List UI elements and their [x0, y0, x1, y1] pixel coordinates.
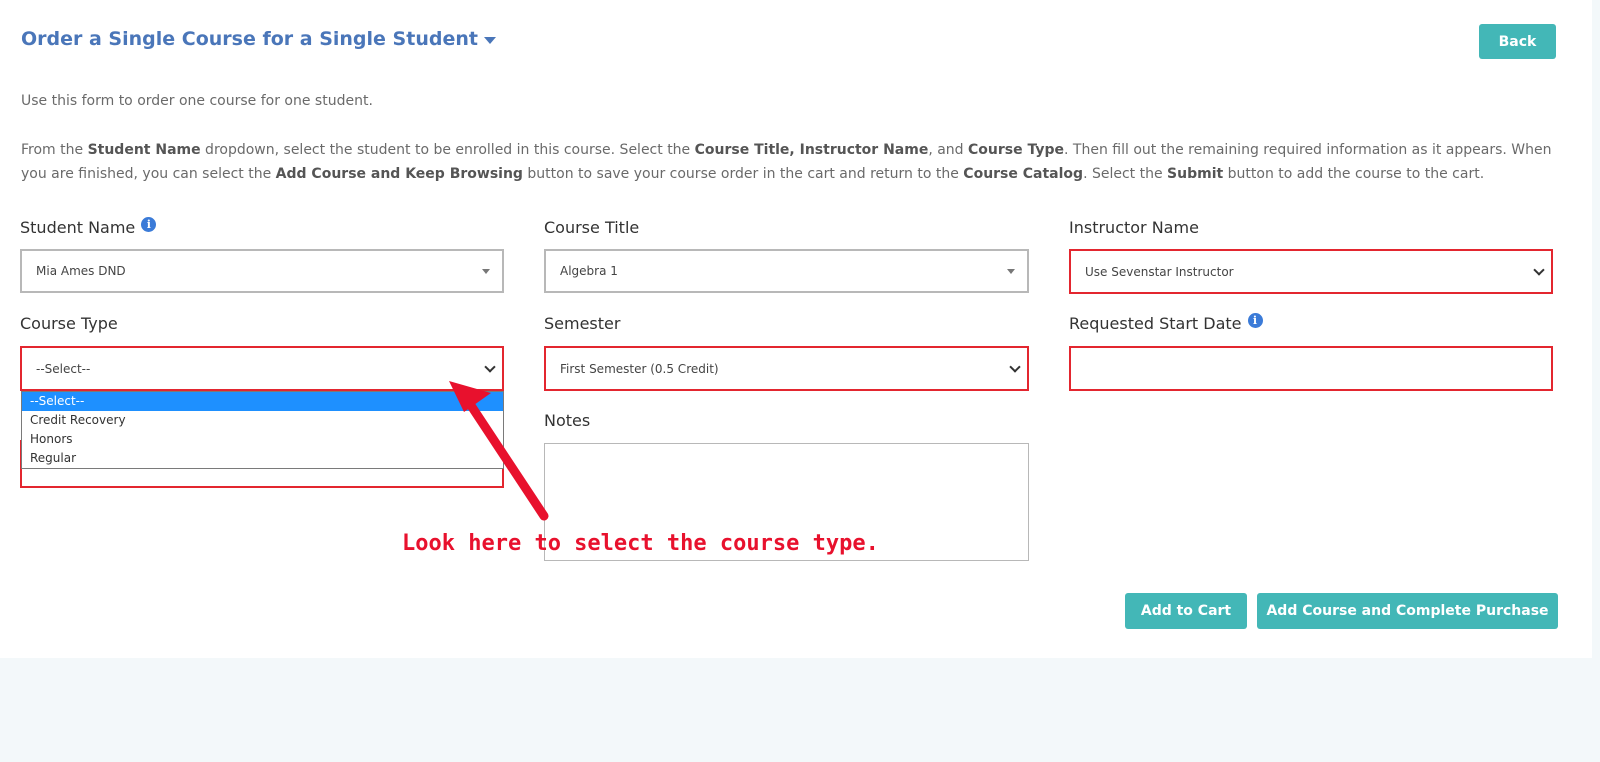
student-name-select[interactable]: Mia Ames DND	[20, 249, 504, 293]
notes-label: Notes	[544, 411, 591, 430]
chevron-down-icon	[1533, 263, 1545, 276]
annotation-text: Look here to select the course type.	[402, 531, 879, 556]
order-form-card: Order a Single Course for a Single Stude…	[0, 0, 1592, 658]
course-type-options-list: --Select-- Credit Recovery Honors Regula…	[21, 391, 504, 469]
semester-select[interactable]: First Semester (0.5 Credit)	[544, 346, 1029, 391]
caret-down-icon	[483, 36, 496, 44]
back-button[interactable]: Back	[1479, 24, 1556, 59]
page-title[interactable]: Order a Single Course for a Single Stude…	[21, 28, 496, 50]
option-credit-recovery[interactable]: Credit Recovery	[22, 411, 503, 430]
add-to-cart-button[interactable]: Add to Cart	[1125, 593, 1247, 629]
option-select[interactable]: --Select--	[22, 392, 503, 411]
requested-start-date-label: Requested Start Date i	[1069, 313, 1263, 333]
requested-start-date-input[interactable]	[1069, 346, 1553, 391]
instructor-name-value: Use Sevenstar Instructor	[1085, 264, 1234, 279]
info-icon[interactable]: i	[1247, 313, 1263, 328]
semester-value: First Semester (0.5 Credit)	[560, 361, 719, 376]
student-name-value: Mia Ames DND	[36, 264, 126, 278]
instructions-text: From the Student Name dropdown, select t…	[21, 142, 1552, 182]
instructor-name-select[interactable]: Use Sevenstar Instructor	[1069, 249, 1553, 294]
course-type-select[interactable]: --Select--	[20, 346, 504, 391]
intro-text: Use this form to order one course for on…	[21, 93, 373, 109]
page-title-text: Order a Single Course for a Single Stude…	[21, 28, 478, 50]
option-regular[interactable]: Regular	[22, 449, 503, 468]
triangle-down-icon	[482, 268, 490, 274]
add-course-complete-purchase-button[interactable]: Add Course and Complete Purchase	[1257, 593, 1558, 629]
option-honors[interactable]: Honors	[22, 430, 503, 449]
course-title-label: Course Title	[544, 218, 640, 237]
course-title-select[interactable]: Algebra 1	[544, 249, 1029, 293]
triangle-down-icon	[1007, 268, 1015, 274]
info-icon[interactable]: i	[141, 217, 157, 232]
instructor-name-label: Instructor Name	[1069, 218, 1199, 237]
semester-label: Semester	[544, 314, 621, 333]
course-type-label: Course Type	[20, 314, 118, 333]
chevron-down-icon	[1009, 360, 1021, 373]
student-name-label: Student Name i	[20, 217, 157, 237]
course-title-value: Algebra 1	[560, 264, 618, 278]
chevron-down-icon	[484, 360, 496, 373]
course-type-value: --Select--	[36, 361, 91, 376]
